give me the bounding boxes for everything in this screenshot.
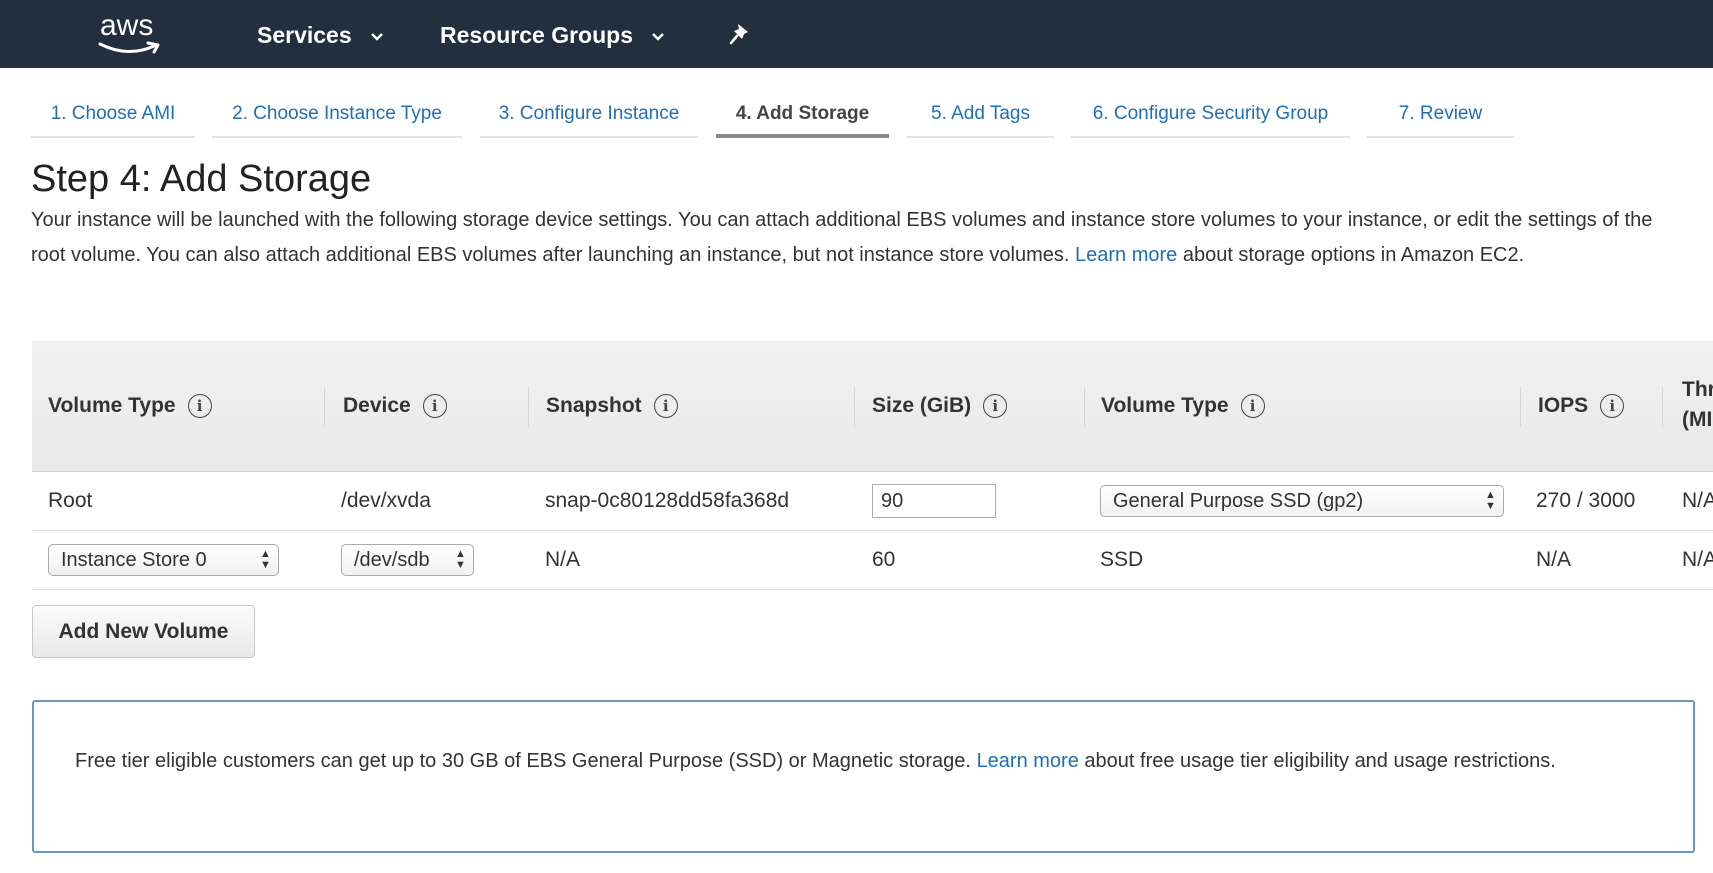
info-icon[interactable]: i — [653, 394, 678, 418]
info-icon[interactable]: i — [422, 394, 447, 418]
add-new-volume-button[interactable]: Add New Volume — [32, 605, 255, 658]
free-tier-text: Free tier eligible customers can get up … — [75, 750, 971, 772]
tab-review[interactable]: 7. Review — [1367, 96, 1514, 138]
volume-type-select-value: General Purpose SSD (gp2) — [1113, 490, 1364, 512]
free-tier-tail: about free usage tier eligibility and us… — [1084, 750, 1556, 772]
description-tail: about storage options in Amazon EC2. — [1182, 244, 1525, 266]
tab-add-tags[interactable]: 5. Add Tags — [907, 96, 1054, 138]
column-divider — [1520, 387, 1521, 427]
column-divider — [528, 387, 529, 427]
header-label: Size (GiB) — [872, 394, 972, 417]
header-label: Thr — [1682, 378, 1713, 401]
aws-logo[interactable]: aws — [98, 8, 170, 58]
table-row: Root /dev/xvda snap-0c80128dd58fa368d Ge… — [32, 472, 1713, 531]
column-divider — [324, 387, 325, 427]
tab-add-storage[interactable]: 4. Add Storage — [716, 96, 889, 138]
wizard-steps: 1. Choose AMI 2. Choose Instance Type 3.… — [0, 68, 1713, 138]
cell-iops: N/A — [1536, 548, 1572, 571]
column-divider — [854, 387, 855, 427]
pin-icon[interactable] — [728, 22, 754, 48]
header-label: (MI — [1682, 408, 1713, 431]
select-arrows-icon: ▲ ▼ — [260, 548, 271, 571]
tab-configure-security-group[interactable]: 6. Configure Security Group — [1071, 96, 1350, 138]
cell-ebs-volume-type: General Purpose SSD (gp2) ▲ ▼ — [1100, 472, 1504, 530]
instance-store-select-value: Instance Store 0 — [61, 549, 207, 571]
device-select[interactable]: /dev/sdb ▲ ▼ — [341, 544, 474, 576]
info-icon[interactable]: i — [983, 394, 1008, 418]
cell-volume-type: Instance Store 0 ▲ ▼ — [48, 531, 279, 589]
header-label: Snapshot — [546, 394, 642, 417]
device-select-value: /dev/sdb — [354, 549, 430, 571]
resource-groups-menu-label: Resource Groups — [440, 22, 633, 48]
instance-store-select[interactable]: Instance Store 0 ▲ ▼ — [48, 544, 279, 576]
column-divider — [1084, 387, 1085, 427]
services-menu[interactable]: Services — [257, 0, 384, 68]
select-arrows-icon: ▲ ▼ — [455, 548, 466, 571]
cell-throughput: N/A — [1682, 489, 1713, 512]
tab-choose-instance-type[interactable]: 2. Choose Instance Type — [212, 96, 462, 138]
cell-snapshot: N/A — [545, 548, 581, 571]
cell-size: 60 — [872, 548, 896, 571]
aws-smile-icon — [98, 41, 160, 54]
info-icon[interactable]: i — [1240, 394, 1265, 418]
header-label: IOPS — [1538, 394, 1589, 417]
header-size: Size (GiB) i — [872, 341, 1008, 471]
header-throughput: Thr (MI — [1682, 375, 1713, 435]
resource-groups-menu[interactable]: Resource Groups — [440, 0, 665, 68]
volume-type-select[interactable]: General Purpose SSD (gp2) ▲ ▼ — [1100, 485, 1504, 517]
header-iops: IOPS i — [1538, 341, 1625, 471]
chevron-down-icon — [371, 33, 383, 41]
header-snapshot: Snapshot i — [546, 341, 678, 471]
free-tier-info-box: Free tier eligible customers can get up … — [32, 700, 1695, 853]
header-label: Volume Type — [1101, 394, 1229, 417]
top-nav-bar: aws Services Resource Groups — [0, 0, 1713, 68]
cell-device: /dev/xvda — [341, 489, 431, 512]
cell-volume-type: Root — [48, 489, 93, 512]
select-arrows-icon: ▲ ▼ — [1485, 489, 1496, 512]
info-icon[interactable]: i — [1600, 394, 1625, 418]
learn-more-free-tier-link[interactable]: Learn more — [977, 750, 1079, 772]
header-label: Device — [343, 394, 411, 417]
free-tier-message: Free tier eligible customers can get up … — [75, 744, 1655, 779]
header-device: Device i — [343, 341, 447, 471]
header-volume-type: Volume Type i — [48, 341, 212, 471]
info-icon[interactable]: i — [187, 394, 212, 418]
table-row: Instance Store 0 ▲ ▼ /dev/sdb ▲ ▼ N/A 60 S… — [32, 531, 1713, 590]
page-title: Step 4: Add Storage — [31, 158, 372, 200]
cell-size — [872, 472, 996, 530]
size-input[interactable] — [872, 484, 996, 518]
cell-throughput: N/A — [1682, 548, 1713, 571]
header-label: Volume Type — [48, 394, 176, 417]
column-divider — [1662, 387, 1663, 427]
aws-logo-text: aws — [100, 9, 154, 42]
learn-more-storage-link[interactable]: Learn more — [1075, 244, 1177, 266]
table-header: Volume Type i Device i Snapshot i Size (… — [32, 341, 1713, 472]
tab-choose-ami[interactable]: 1. Choose AMI — [31, 96, 195, 138]
storage-table: Volume Type i Device i Snapshot i Size (… — [32, 341, 1713, 591]
tab-configure-instance[interactable]: 3. Configure Instance — [480, 96, 698, 138]
cell-snapshot: snap-0c80128dd58fa368d — [545, 489, 790, 512]
cell-ebs-volume-type: SSD — [1100, 548, 1144, 571]
chevron-down-icon — [652, 33, 665, 41]
services-menu-label: Services — [257, 22, 352, 48]
cell-iops: 270 / 3000 — [1536, 489, 1636, 512]
cell-device: /dev/sdb ▲ ▼ — [341, 531, 474, 589]
page-description: Your instance will be launched with the … — [31, 203, 1691, 273]
header-ebs-volume-type: Volume Type i — [1101, 341, 1265, 471]
